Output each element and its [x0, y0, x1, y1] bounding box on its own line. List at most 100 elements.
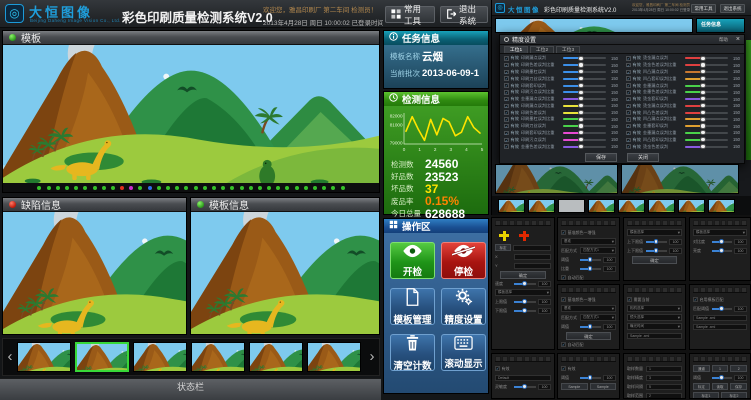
mini-input[interactable]: [514, 254, 551, 260]
mini-tab[interactable]: [596, 287, 602, 292]
checkbox[interactable]: ✓: [504, 124, 509, 129]
slider[interactable]: [685, 125, 728, 127]
slider-thumb[interactable]: [700, 123, 705, 128]
mini-tab[interactable]: [662, 356, 668, 361]
mini-tab[interactable]: [575, 287, 581, 292]
mini-tab[interactable]: [707, 356, 713, 361]
filmstrip-thumbnail[interactable]: [307, 342, 361, 372]
mini-input[interactable]: 5: [646, 384, 682, 390]
mini-checkbox[interactable]: ✓: [693, 297, 698, 302]
slider-thumb[interactable]: [700, 90, 705, 95]
slider-thumb[interactable]: [578, 76, 583, 81]
slider[interactable]: [685, 139, 728, 141]
mini-tab[interactable]: [610, 356, 616, 361]
slider[interactable]: [563, 71, 606, 73]
mini-tab[interactable]: [561, 356, 567, 361]
mini-button[interactable]: 1: [712, 365, 729, 372]
mini-tab[interactable]: [655, 356, 661, 361]
slider-thumb[interactable]: [578, 123, 583, 128]
mini-filmstrip-thumbnail[interactable]: [528, 199, 555, 213]
slider[interactable]: [685, 118, 728, 120]
mini-slider-thumb[interactable]: [588, 324, 593, 329]
mini-tab[interactable]: [655, 287, 661, 292]
mini-tab[interactable]: [648, 356, 654, 361]
checkbox[interactable]: ✓: [504, 56, 509, 61]
slider[interactable]: [685, 112, 728, 114]
mini-tab[interactable]: [516, 220, 522, 225]
dialog-tab[interactable]: 工位3: [556, 46, 580, 53]
mini-tab[interactable]: [676, 356, 682, 361]
mini-tab[interactable]: [568, 356, 574, 361]
slider[interactable]: [563, 64, 606, 66]
checkbox[interactable]: ✓: [504, 83, 509, 88]
slider[interactable]: [563, 146, 606, 148]
mini-slider-thumb[interactable]: [719, 375, 724, 380]
checkbox[interactable]: ✓: [504, 76, 509, 81]
mini-tab[interactable]: [575, 220, 581, 225]
mini-slider[interactable]: [646, 250, 667, 252]
mini-filmstrip-thumbnail[interactable]: [498, 199, 525, 213]
mini-tab[interactable]: [648, 220, 654, 225]
checkbox[interactable]: ✓: [626, 131, 631, 136]
slider-thumb[interactable]: [578, 90, 583, 95]
mini-tab[interactable]: [662, 220, 668, 225]
filmstrip-thumbnail[interactable]: [75, 342, 129, 372]
checkbox[interactable]: ✓: [504, 90, 509, 95]
mini-tab[interactable]: [727, 220, 733, 225]
mini-slider-thumb[interactable]: [522, 308, 527, 313]
mini-tab[interactable]: [509, 356, 515, 361]
slider[interactable]: [563, 91, 606, 93]
op-button-kbd[interactable]: 滚动显示: [441, 334, 486, 371]
slider[interactable]: [563, 57, 606, 59]
checkbox[interactable]: ✓: [626, 56, 631, 61]
mini-checkbox[interactable]: ✓: [561, 366, 566, 371]
mini-button[interactable]: 标定2: [721, 392, 747, 399]
slider-thumb[interactable]: [700, 76, 705, 81]
slider[interactable]: [685, 146, 728, 148]
mini-tab[interactable]: [509, 220, 515, 225]
mini-tab[interactable]: [721, 220, 727, 225]
slider-thumb[interactable]: [700, 137, 705, 142]
mini-tab[interactable]: [568, 287, 574, 292]
mini-file-field[interactable]: Sample .xml: [693, 324, 747, 330]
mini-slider-thumb[interactable]: [654, 248, 659, 253]
checkbox[interactable]: ✓: [626, 124, 631, 129]
mini-tab[interactable]: [545, 356, 551, 361]
mini-filmstrip-thumbnail[interactable]: [558, 199, 585, 213]
op-button-trash[interactable]: 清空计数: [390, 334, 435, 371]
mini-slider-thumb[interactable]: [522, 281, 527, 286]
slider-thumb[interactable]: [700, 62, 705, 67]
mini-tab[interactable]: [700, 287, 706, 292]
mini-tab[interactable]: [561, 220, 567, 225]
checkbox[interactable]: ✓: [504, 97, 509, 102]
mini-tab[interactable]: [648, 287, 654, 292]
mini-tab[interactable]: [676, 220, 682, 225]
checkbox[interactable]: ✓: [504, 70, 509, 75]
mini-input[interactable]: 3: [646, 375, 682, 381]
slider[interactable]: [685, 91, 728, 93]
mini-tab[interactable]: [662, 287, 668, 292]
mini-tab[interactable]: [669, 356, 675, 361]
mini-tab[interactable]: [603, 220, 609, 225]
mini-tab[interactable]: [721, 356, 727, 361]
exit-system-button[interactable]: 退出系统: [440, 6, 488, 23]
mini-tab[interactable]: [634, 356, 640, 361]
slider[interactable]: [563, 78, 606, 80]
mini-tab[interactable]: [502, 220, 508, 225]
slider[interactable]: [563, 125, 606, 127]
mini-select[interactable]: 匹配方式1▾: [580, 247, 616, 254]
mini-tab[interactable]: [693, 287, 699, 292]
mini-checkbox[interactable]: ✓: [561, 230, 566, 235]
slider-thumb[interactable]: [578, 62, 583, 67]
mini-select[interactable]: 镜头选择▾: [627, 314, 682, 321]
mini-tab[interactable]: [641, 220, 647, 225]
slider-thumb[interactable]: [578, 83, 583, 88]
checkbox[interactable]: ✓: [626, 83, 631, 88]
mini-tab[interactable]: [634, 287, 640, 292]
checkbox[interactable]: ✓: [626, 104, 631, 109]
mini-button[interactable]: 保存: [730, 383, 747, 390]
mini-button[interactable]: 通道: [693, 365, 710, 372]
mini-checkbox[interactable]: ✓: [627, 297, 632, 302]
mini-select[interactable]: 模板选择▾: [495, 289, 551, 296]
mini-file-field[interactable]: Default: [495, 375, 551, 381]
